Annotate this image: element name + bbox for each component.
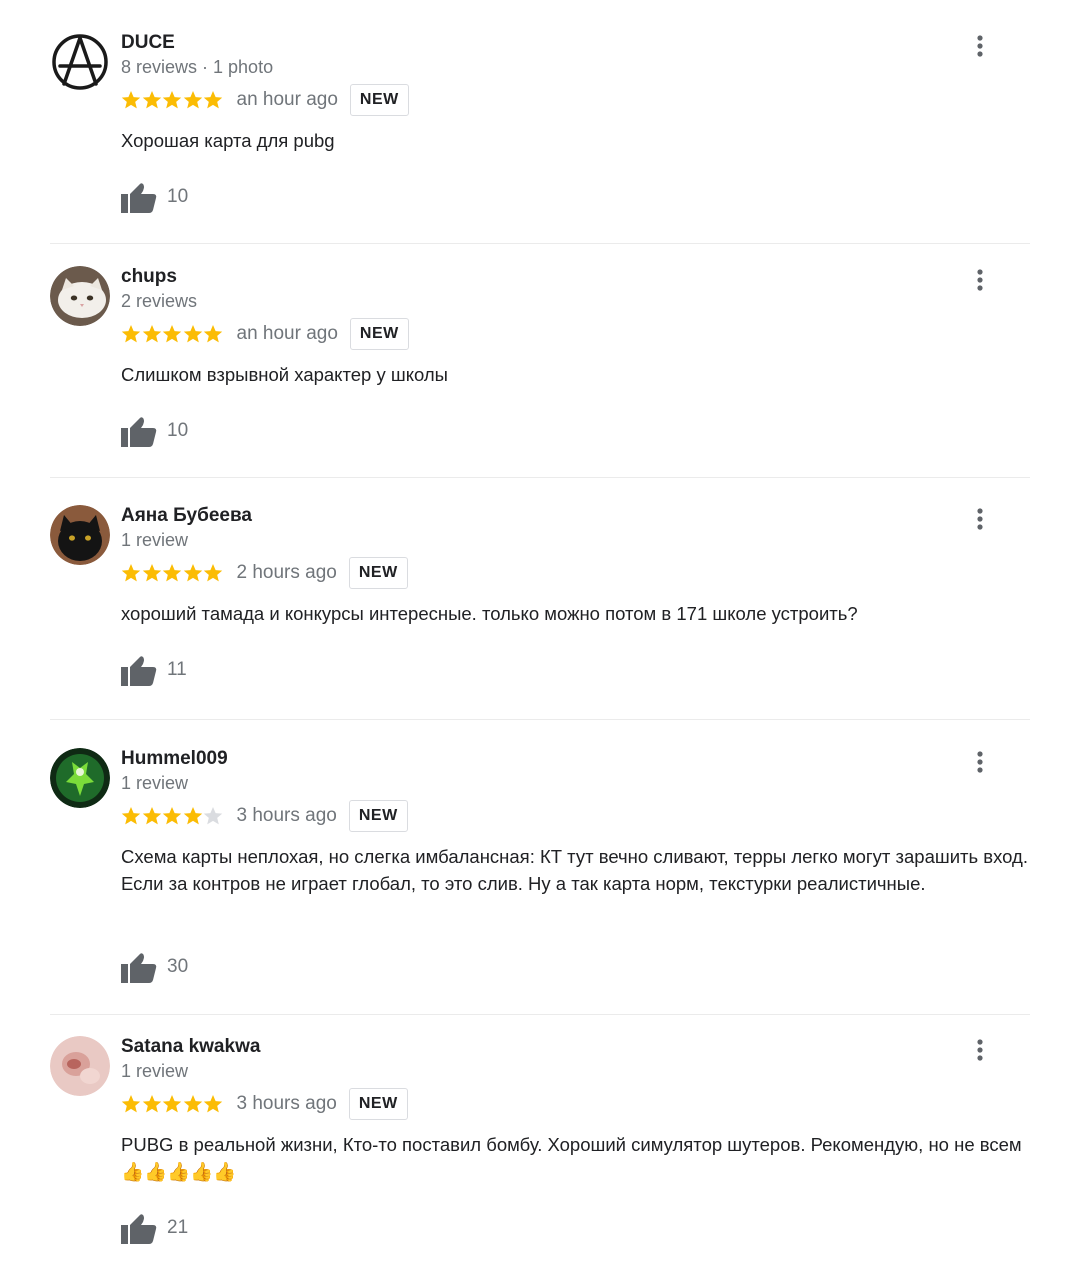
like-count: 21 — [167, 1217, 189, 1238]
more-vert-icon — [977, 751, 983, 773]
avatar[interactable] — [50, 266, 110, 326]
author-meta: 1 review — [121, 773, 189, 793]
avatar[interactable] — [50, 1036, 110, 1096]
author-meta: 1 review — [121, 1061, 189, 1081]
star-filled-icon — [121, 1095, 141, 1113]
black-cat-icon — [50, 505, 110, 565]
rating-row: an hour ago NEW — [121, 84, 409, 116]
rating-row: 3 hours ago NEW — [121, 1088, 408, 1120]
more-vert-icon — [977, 1039, 983, 1061]
star-filled-icon — [121, 564, 141, 582]
star-filled-icon — [183, 91, 202, 109]
star-filled-icon — [162, 564, 182, 582]
review-time: an hour ago — [236, 323, 338, 344]
like-count: 30 — [167, 956, 189, 977]
star-filled-icon — [203, 91, 223, 109]
star-empty-icon — [203, 807, 223, 825]
star-rating — [121, 563, 224, 583]
like-count: 11 — [167, 659, 187, 680]
star-rating — [121, 324, 224, 344]
star-filled-icon — [183, 1095, 202, 1113]
review-time: 2 hours ago — [236, 562, 337, 583]
star-filled-icon — [162, 1095, 182, 1113]
star-filled-icon — [162, 91, 182, 109]
review-text: PUBG в реальной жизни, Кто-то поставил б… — [121, 1134, 1022, 1182]
like-button[interactable]: 10 — [121, 180, 188, 214]
more-options-button[interactable] — [968, 748, 992, 778]
author-meta: 8 reviews · 1 photo — [121, 57, 274, 77]
avatar[interactable] — [50, 32, 110, 92]
author-name[interactable]: Hummel009 — [121, 748, 228, 770]
new-badge: NEW — [348, 557, 408, 589]
star-filled-icon — [162, 325, 182, 343]
new-badge: NEW — [349, 84, 409, 116]
pink-face-icon — [50, 1036, 110, 1096]
star-filled-icon — [162, 807, 182, 825]
more-options-button[interactable] — [968, 1036, 992, 1066]
rating-row: 2 hours ago NEW — [121, 557, 408, 589]
star-filled-icon — [142, 1095, 161, 1113]
author-name[interactable]: DUCE — [121, 32, 175, 54]
star-filled-icon — [183, 325, 202, 343]
rating-row: 3 hours ago NEW — [121, 800, 408, 832]
author-meta: 2 reviews — [121, 291, 198, 311]
star-filled-icon — [203, 564, 223, 582]
star-rating — [121, 90, 224, 110]
author-name[interactable]: chups — [121, 266, 177, 288]
divider — [50, 477, 1030, 478]
thumbs-up-icon — [121, 417, 157, 447]
star-filled-icon — [121, 91, 141, 109]
rating-row: an hour ago NEW — [121, 318, 409, 350]
star-filled-icon — [142, 564, 161, 582]
like-button[interactable]: 11 — [121, 653, 187, 687]
like-button[interactable]: 21 — [121, 1211, 188, 1245]
review-time: 3 hours ago — [236, 1093, 337, 1114]
divider — [50, 243, 1030, 244]
more-vert-icon — [977, 269, 983, 291]
review-text: Хорошая карта для pubg — [121, 130, 335, 151]
review-text: Слишком взрывной характер у школы — [121, 364, 448, 385]
star-filled-icon — [183, 807, 202, 825]
more-vert-icon — [977, 35, 983, 57]
star-filled-icon — [121, 807, 141, 825]
divider — [50, 1014, 1030, 1015]
avatar[interactable] — [50, 505, 110, 565]
author-meta: 1 review — [121, 530, 189, 550]
thumbs-up-icon — [121, 953, 157, 983]
star-filled-icon — [142, 807, 161, 825]
anarchy-symbol-icon — [50, 32, 110, 92]
star-filled-icon — [203, 325, 223, 343]
star-rating — [121, 806, 224, 826]
thumbs-up-icon — [121, 656, 157, 686]
more-options-button[interactable] — [968, 505, 992, 535]
review-time: an hour ago — [236, 89, 338, 110]
thumbs-up-icon — [121, 183, 157, 213]
more-vert-icon — [977, 508, 983, 530]
review-time: 3 hours ago — [236, 805, 337, 826]
new-badge: NEW — [348, 800, 408, 832]
divider — [50, 719, 1030, 720]
more-options-button[interactable] — [968, 266, 992, 296]
like-button[interactable]: 10 — [121, 414, 188, 448]
star-filled-icon — [142, 325, 161, 343]
star-filled-icon — [203, 1095, 223, 1113]
new-badge: NEW — [348, 1088, 408, 1120]
review-text: Схема карты неплохая, но слегка имбаланс… — [121, 846, 1028, 894]
new-badge: NEW — [349, 318, 409, 350]
like-count: 10 — [167, 420, 189, 441]
white-cat-icon — [50, 266, 110, 326]
star-filled-icon — [142, 91, 161, 109]
avatar[interactable] — [50, 748, 110, 808]
thumbs-up-icon — [121, 1214, 157, 1244]
author-name[interactable]: Аяна Бубеева — [121, 505, 252, 527]
like-count: 10 — [167, 186, 189, 207]
author-name[interactable]: Satana kwakwa — [121, 1036, 260, 1058]
more-options-button[interactable] — [968, 32, 992, 62]
star-rating — [121, 1094, 224, 1114]
star-filled-icon — [121, 325, 141, 343]
like-button[interactable]: 30 — [121, 950, 188, 984]
review-text: хороший тамада и конкурсы интересные. то… — [121, 603, 858, 624]
green-character-icon — [50, 748, 110, 808]
star-filled-icon — [183, 564, 202, 582]
